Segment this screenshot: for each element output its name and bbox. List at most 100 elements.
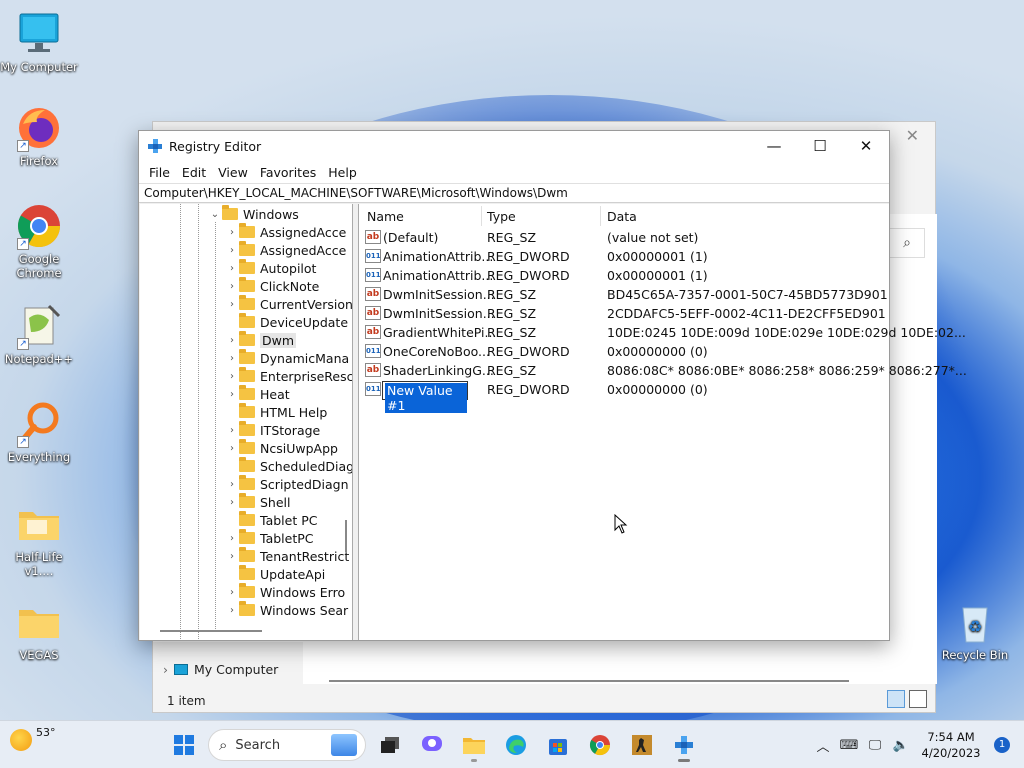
tree-item[interactable]: ScheduledDiag bbox=[225, 457, 352, 475]
tree-item[interactable]: UpdateApi bbox=[225, 565, 325, 583]
value-row[interactable]: ab (Default) REG_SZ (value not set) bbox=[359, 229, 890, 248]
chevron-right-icon[interactable]: › bbox=[225, 497, 239, 508]
menu-favorites[interactable]: Favorites bbox=[254, 165, 322, 180]
menu-view[interactable]: View bbox=[212, 165, 254, 180]
value-row[interactable]: ab ShaderLinkingG... REG_SZ 8086:08C* 80… bbox=[359, 362, 967, 381]
chevron-right-icon[interactable]: › bbox=[225, 281, 239, 292]
chevron-right-icon[interactable]: › bbox=[225, 299, 239, 310]
chevron-right-icon[interactable]: › bbox=[225, 533, 239, 544]
tree-item[interactable]: › Heat bbox=[225, 385, 290, 403]
game-button[interactable] bbox=[624, 727, 660, 763]
close-icon[interactable]: ✕ bbox=[906, 126, 919, 145]
menu-edit[interactable]: Edit bbox=[176, 165, 212, 180]
tree-item[interactable]: › DynamicMana bbox=[225, 349, 349, 367]
chevron-right-icon[interactable]: › bbox=[225, 425, 239, 436]
nav-item-my-computer[interactable]: › My Computer bbox=[163, 662, 278, 677]
column-header-name[interactable]: Name bbox=[367, 204, 479, 228]
taskbar-search[interactable]: ⌕ Search bbox=[208, 729, 366, 761]
chevron-right-icon[interactable]: › bbox=[225, 443, 239, 454]
column-divider[interactable] bbox=[481, 206, 482, 226]
edge-button[interactable] bbox=[498, 727, 534, 763]
chevron-right-icon[interactable]: › bbox=[225, 227, 239, 238]
desktop-icon-everything[interactable]: ↗ Everything bbox=[0, 400, 78, 464]
notification-badge[interactable]: 1 bbox=[994, 737, 1010, 753]
tree-item[interactable]: › TenantRestrict bbox=[225, 547, 349, 565]
value-row[interactable]: ab GradientWhitePi... REG_SZ 10DE:0245 1… bbox=[359, 324, 966, 343]
desktop-icon-recycle-bin[interactable]: ♻ Recycle Bin bbox=[936, 598, 1014, 662]
address-bar[interactable]: Computer\HKEY_LOCAL_MACHINE\SOFTWARE\Mic… bbox=[139, 183, 889, 203]
vertical-scrollbar[interactable] bbox=[345, 520, 347, 552]
registry-editor-window[interactable]: Registry Editor — ☐ ✕ File Edit View Fav… bbox=[138, 130, 967, 641]
tree-item[interactable]: › AssignedAcce bbox=[225, 223, 346, 241]
value-row[interactable]: 011 OneCoreNoBoo... REG_DWORD 0x00000000… bbox=[359, 343, 890, 362]
value-row[interactable]: 011 AnimationAttrib... REG_DWORD 0x00000… bbox=[359, 267, 890, 286]
tree-item[interactable]: › TabletPC bbox=[225, 529, 314, 547]
tree-item[interactable]: › Windows Erro bbox=[225, 583, 345, 601]
chevron-right-icon[interactable]: › bbox=[225, 335, 239, 346]
horizontal-scrollbar[interactable] bbox=[329, 680, 849, 682]
horizontal-scrollbar[interactable] bbox=[160, 630, 262, 632]
desktop-icon-my-computer[interactable]: My Computer bbox=[0, 10, 78, 74]
chevron-right-icon[interactable]: › bbox=[225, 263, 239, 274]
tree-item-dwm[interactable]: › Dwm bbox=[225, 331, 297, 349]
chevron-right-icon[interactable]: › bbox=[225, 371, 239, 382]
network-icon[interactable]: 🖵 bbox=[862, 738, 888, 753]
tree-item[interactable]: › NcsiUwpApp bbox=[225, 439, 338, 457]
start-button[interactable] bbox=[166, 727, 202, 763]
column-divider[interactable] bbox=[600, 206, 601, 226]
large-icons-view-button[interactable] bbox=[909, 690, 927, 708]
weather-widget[interactable]: 53° bbox=[10, 726, 56, 751]
chevron-right-icon[interactable]: › bbox=[225, 479, 239, 490]
menu-file[interactable]: File bbox=[143, 165, 176, 180]
menu-help[interactable]: Help bbox=[322, 165, 363, 180]
tree-item[interactable]: › ClickNote bbox=[225, 277, 319, 295]
chevron-right-icon[interactable]: › bbox=[225, 245, 239, 256]
file-explorer-button[interactable] bbox=[456, 727, 492, 763]
chevron-right-icon[interactable]: › bbox=[225, 587, 239, 598]
tree-item[interactable]: › Windows Sear bbox=[225, 601, 348, 619]
chevron-up-icon[interactable]: ︿ bbox=[810, 736, 836, 755]
desktop-icon-notepadpp[interactable]: ↗ Notepad++ bbox=[0, 302, 78, 366]
title-bar[interactable]: Registry Editor — ☐ ✕ bbox=[139, 131, 889, 161]
details-view-button[interactable] bbox=[887, 690, 905, 708]
chat-button[interactable] bbox=[414, 727, 450, 763]
column-header-type[interactable]: Type bbox=[487, 204, 599, 228]
search-icon[interactable]: ⌕ bbox=[889, 228, 925, 258]
desktop-icon-firefox[interactable]: ↗ Firefox bbox=[0, 104, 78, 168]
value-row[interactable]: ab DwmInitSession... REG_SZ BD45C65A-735… bbox=[359, 286, 890, 305]
tree-item[interactable]: › EnterpriseResc bbox=[225, 367, 352, 385]
chevron-right-icon[interactable]: › bbox=[225, 353, 239, 364]
desktop-icon-chrome[interactable]: ↗ Google Chrome bbox=[0, 202, 78, 280]
chrome-button[interactable] bbox=[582, 727, 618, 763]
desktop-icon-vegas[interactable]: VEGAS bbox=[0, 598, 78, 662]
tree-item[interactable]: › ITStorage bbox=[225, 421, 320, 439]
tree-item[interactable]: DeviceUpdate bbox=[225, 313, 348, 331]
rename-input[interactable]: New Value #1 bbox=[382, 381, 468, 413]
values-list[interactable]: Name Type Data ab (Default) REG_SZ (valu… bbox=[358, 204, 967, 640]
maximize-button[interactable]: ☐ bbox=[797, 131, 843, 161]
value-row-editing[interactable]: 011 New Value #1 REG_DWORD 0x00000000 (0… bbox=[359, 381, 890, 413]
chevron-down-icon[interactable]: ⌄ bbox=[208, 209, 222, 220]
volume-icon[interactable]: 🔈 bbox=[888, 738, 914, 753]
tree-item-windows[interactable]: ⌄ Windows bbox=[208, 205, 299, 223]
regedit-taskbar-button[interactable] bbox=[666, 727, 702, 763]
tree-item[interactable]: Tablet PC bbox=[225, 511, 317, 529]
clock[interactable]: 7:54 AM 4/20/2023 bbox=[914, 729, 988, 761]
tree-item[interactable]: › CurrentVersion bbox=[225, 295, 352, 313]
desktop-icon-half-life[interactable]: Half-Life v1.... bbox=[0, 500, 78, 578]
value-row[interactable]: 011 AnimationAttrib... REG_DWORD 0x00000… bbox=[359, 248, 890, 267]
chevron-right-icon[interactable]: › bbox=[163, 662, 168, 677]
tree-item[interactable]: HTML Help bbox=[225, 403, 327, 421]
task-view-button[interactable] bbox=[372, 727, 408, 763]
column-header-data[interactable]: Data bbox=[607, 204, 887, 228]
tree-item[interactable]: › ScriptedDiagn bbox=[225, 475, 349, 493]
store-button[interactable] bbox=[540, 727, 576, 763]
minimize-button[interactable]: — bbox=[751, 131, 797, 161]
close-button[interactable]: ✕ bbox=[843, 131, 889, 161]
chevron-right-icon[interactable]: › bbox=[225, 605, 239, 616]
tree-item[interactable]: › Shell bbox=[225, 493, 291, 511]
chevron-right-icon[interactable]: › bbox=[225, 389, 239, 400]
chevron-right-icon[interactable]: › bbox=[225, 551, 239, 562]
value-row[interactable]: ab DwmInitSession... REG_SZ 2CDDAFC5-5EF… bbox=[359, 305, 890, 324]
key-tree[interactable]: ⌄ Windows › AssignedAcce › AssignedAcce › A… bbox=[140, 204, 353, 640]
